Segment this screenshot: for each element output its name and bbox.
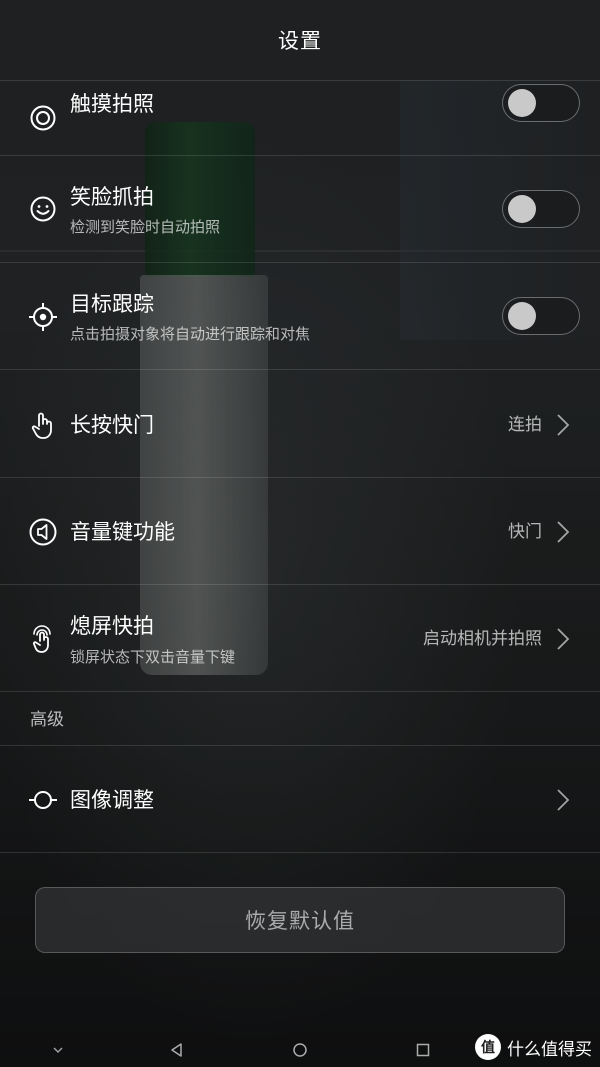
- setting-label: 图像调整: [70, 788, 154, 812]
- setting-row-screen-off-snap[interactable]: 熄屏快拍 锁屏状态下双击音量下键 启动相机并拍照: [0, 585, 600, 691]
- setting-row-touch-capture[interactable]: 触摸拍照: [0, 81, 600, 155]
- setting-subtitle: 锁屏状态下双击音量下键: [70, 648, 236, 666]
- setting-label: 熄屏快拍: [70, 614, 154, 638]
- volume-icon: [28, 517, 58, 547]
- setting-label: 目标跟踪: [70, 292, 154, 316]
- target-icon: [28, 302, 58, 332]
- page-title: 设置: [278, 29, 322, 53]
- double-tap-icon: [28, 624, 58, 654]
- watermark-text: 什么值得买: [507, 1039, 592, 1060]
- setting-row-volume-key[interactable]: 音量键功能 快门: [0, 478, 600, 584]
- smzdm-logo: 值: [475, 1034, 501, 1060]
- object-tracking-toggle[interactable]: [502, 297, 580, 335]
- toggle-knob: [508, 302, 536, 330]
- adjust-icon: [28, 785, 58, 815]
- nav-recents-icon[interactable]: [415, 1042, 431, 1058]
- toggle-knob: [508, 195, 536, 223]
- chevron-right-icon: [556, 520, 570, 544]
- setting-label: 长按快门: [70, 413, 154, 437]
- section-header-advanced: 高级: [30, 710, 64, 730]
- title-bar: 设置: [0, 0, 600, 80]
- reset-defaults-button[interactable]: 恢复默认值: [35, 887, 565, 953]
- setting-row-smile-capture[interactable]: 笑脸抓拍 检测到笑脸时自动拍照: [0, 156, 600, 262]
- watermark: 值 什么值得买: [475, 1034, 592, 1060]
- toggle-knob: [508, 89, 536, 117]
- reset-defaults-label: 恢复默认值: [245, 909, 355, 933]
- setting-label: 触摸拍照: [70, 92, 154, 116]
- touch-capture-icon: [28, 103, 58, 133]
- setting-subtitle: 点击拍摄对象将自动进行跟踪和对焦: [70, 325, 311, 343]
- nav-collapse-icon[interactable]: [50, 1042, 66, 1058]
- logo-text: 值: [481, 1039, 495, 1056]
- nav-back-icon[interactable]: [169, 1042, 185, 1058]
- nav-home-icon[interactable]: [292, 1042, 308, 1058]
- divider: [0, 852, 600, 853]
- setting-row-object-tracking[interactable]: 目标跟踪 点击拍摄对象将自动进行跟踪和对焦: [0, 263, 600, 369]
- camera-settings-screen: 设置 触摸拍照 笑脸抓拍 检测到笑脸时自动拍照 目标跟踪 点击拍摄对象将自动进行…: [0, 0, 600, 1067]
- setting-value: 快门: [508, 522, 542, 542]
- setting-subtitle: 检测到笑脸时自动拍照: [70, 218, 221, 236]
- smile-capture-toggle[interactable]: [502, 190, 580, 228]
- setting-row-long-press-shutter[interactable]: 长按快门 连拍: [0, 370, 600, 477]
- setting-label: 音量键功能: [70, 520, 175, 544]
- setting-value: 启动相机并拍照: [423, 629, 542, 649]
- hand-press-icon: [28, 410, 58, 440]
- chevron-right-icon: [556, 627, 570, 651]
- setting-row-image-adjust[interactable]: 图像调整: [0, 746, 600, 852]
- chevron-right-icon: [556, 788, 570, 812]
- divider: [0, 691, 600, 692]
- setting-value: 连拍: [508, 415, 542, 435]
- smile-icon: [28, 194, 58, 224]
- chevron-right-icon: [556, 413, 570, 437]
- touch-capture-toggle[interactable]: [502, 84, 580, 122]
- setting-label: 笑脸抓拍: [70, 185, 154, 209]
